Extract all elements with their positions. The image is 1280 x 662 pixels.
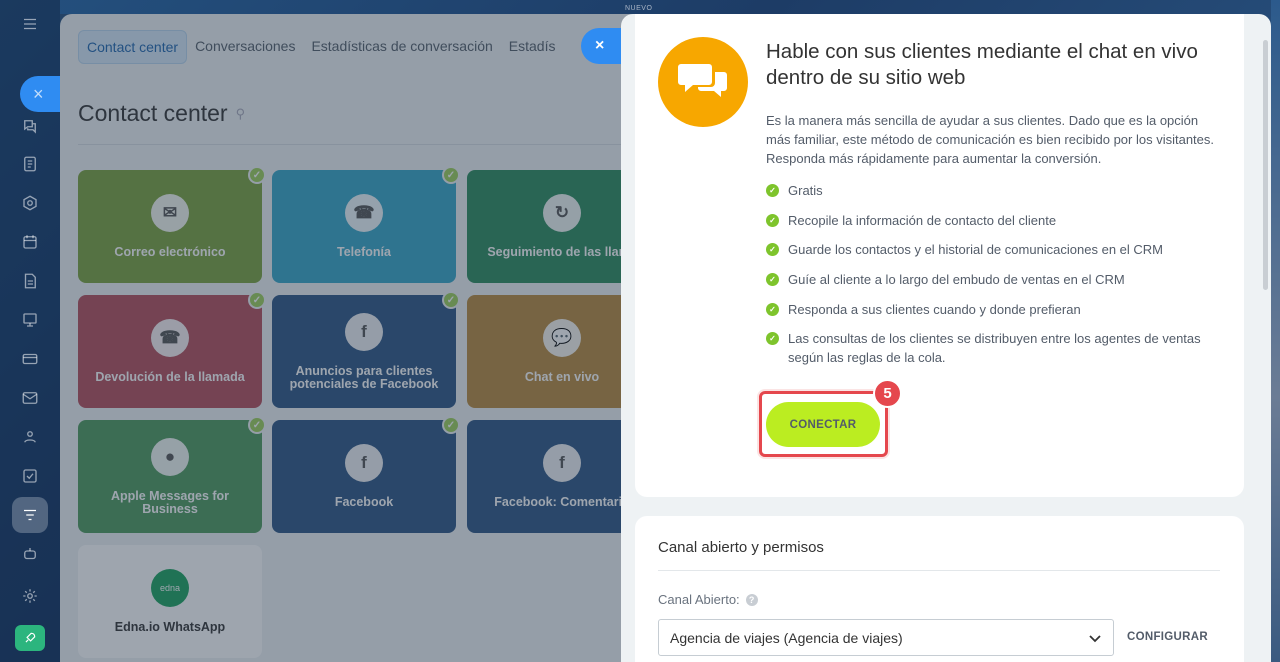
live-chat-card: Hable con sus clientes mediante el chat …	[635, 14, 1244, 497]
card-icon[interactable]	[18, 347, 42, 371]
tile-label: Anuncios para clientes potenciales de Fa…	[289, 363, 439, 391]
section-title: Canal abierto y permisos	[658, 539, 824, 556]
tile-seguimiento-llamadas[interactable]: ↻ Seguimiento de las llama	[467, 170, 640, 283]
feature-item: ✓ Guíe al cliente a lo largo del embudo d…	[766, 270, 1226, 289]
check-icon: ✓	[766, 213, 779, 227]
board-icon[interactable]	[18, 308, 42, 332]
chat-icon[interactable]	[18, 114, 42, 138]
phone-icon: ☎	[345, 194, 383, 232]
tile-edna-whatsapp[interactable]: edna Edna.io WhatsApp	[78, 545, 262, 658]
tile-label: Edna.io WhatsApp	[114, 620, 226, 634]
chat-icon: 💬	[543, 319, 581, 357]
check-icon: ✓	[248, 416, 266, 434]
tile-devolucion-llamada[interactable]: ☎ Devolución de la llamada ✓	[78, 291, 266, 408]
tile-label: Seguimiento de las llama	[487, 245, 637, 259]
feature-item: ✓ Responda a sus clientes cuando y donde …	[766, 300, 1226, 319]
tile-chat-en-vivo[interactable]: 💬 Chat en vivo	[467, 295, 640, 408]
divider	[658, 570, 1220, 571]
feature-list: ✓ Gratis ✓ Recopile la información de cont…	[766, 181, 1226, 378]
feature-item: ✓ Recopile la información de contacto del…	[766, 211, 1226, 230]
tile-label: Apple Messages for Business	[110, 488, 230, 516]
filter-icon[interactable]	[18, 503, 42, 527]
feature-item: ✓ Las consultas de los clientes se distri…	[766, 329, 1226, 367]
tile-label: Telefonía	[337, 245, 391, 259]
open-channel-select[interactable]: Agencia de viajes (Agencia de viajes)	[658, 619, 1114, 656]
tile-facebook[interactable]: f Facebook ✓	[272, 416, 460, 533]
tile-label: Correo electrónico	[114, 245, 226, 259]
sidebar-close-icon[interactable]: ×	[20, 76, 64, 112]
check-icon: ✓	[442, 291, 460, 309]
step-badge: 5	[873, 379, 902, 408]
check-icon: ✓	[766, 302, 779, 316]
tile-telefonia[interactable]: ☎ Telefonía ✓	[272, 166, 460, 283]
mail-icon[interactable]	[18, 386, 42, 410]
menu-icon[interactable]	[18, 12, 42, 36]
phone-callback-icon: ☎	[151, 319, 189, 357]
tile-apple-messages[interactable]: ● Apple Messages for Business ✓	[78, 416, 266, 533]
settings-gear-icon[interactable]	[18, 584, 42, 608]
tab-conversaciones[interactable]: Conversaciones	[187, 30, 303, 64]
connect-button[interactable]: CONECTAR	[766, 402, 880, 447]
tile-label: Chat en vivo	[524, 370, 600, 384]
robot-icon[interactable]	[18, 542, 42, 566]
field-label: Canal Abierto:	[658, 592, 740, 607]
pin-icon[interactable]: ⚲	[236, 106, 246, 122]
contact-center-tabs: Contact center Conversaciones Estadístic…	[78, 30, 563, 64]
channel-permissions-card: Canal abierto y permisos Canal Abierto: …	[635, 516, 1244, 662]
speech-bubble-icon: ●	[151, 437, 189, 476]
check-icon: ✓	[442, 166, 460, 184]
users-icon[interactable]	[18, 425, 42, 449]
envelope-icon: ✉	[151, 194, 189, 232]
file-icon[interactable]	[18, 269, 42, 293]
check-icon: ✓	[766, 273, 779, 287]
check-icon: ✓	[248, 166, 266, 184]
rocket-icon[interactable]	[15, 625, 45, 651]
chat-bubbles-icon	[658, 37, 748, 127]
live-chat-slider: Hable con sus clientes mediante el chat …	[621, 14, 1271, 662]
check-icon: ✓	[442, 416, 460, 434]
phone-sync-icon: ↻	[543, 194, 581, 232]
live-chat-description: Es la manera más sencilla de ayudar a su…	[766, 113, 1214, 166]
nuevo-badge: NUEVO	[625, 5, 653, 12]
document-icon[interactable]	[18, 152, 42, 176]
chevron-down-icon	[1089, 630, 1101, 646]
tile-label: Devolución de la llamada	[95, 370, 245, 384]
check-icon: ✓	[766, 184, 779, 197]
help-icon[interactable]: ?	[745, 593, 758, 606]
facebook-comments-icon: f	[543, 444, 581, 482]
tile-label: Facebook: Comentario	[494, 495, 630, 509]
live-chat-title: Hable con sus clientes mediante el chat …	[766, 40, 1198, 89]
tile-anuncios-facebook[interactable]: f Anuncios para clientes potenciales de …	[272, 291, 460, 408]
tile-label: Facebook	[334, 495, 394, 509]
contact-center-panel: Contact center Conversaciones Estadístic…	[60, 14, 640, 662]
tab-contact-center[interactable]: Contact center	[78, 30, 188, 64]
divider	[78, 144, 638, 145]
check-icon: ✓	[248, 291, 266, 309]
feature-item: ✓ Guarde los contactos y el historial de …	[766, 240, 1226, 259]
selected-value: Agencia de viajes (Agencia de viajes)	[670, 629, 903, 646]
hexagon-icon[interactable]	[18, 191, 42, 215]
close-icon: ×	[595, 37, 605, 54]
tab-estadisticas-conversacion[interactable]: Estadísticas de conversación	[303, 30, 500, 64]
open-channel-label: Canal Abierto: ?	[658, 592, 758, 607]
check-icon: ✓	[766, 243, 779, 257]
check-icon: ✓	[766, 332, 779, 346]
checkbox-icon[interactable]	[18, 464, 42, 488]
tile-facebook-comentarios[interactable]: f Facebook: Comentario	[467, 420, 640, 533]
tile-correo-electronico[interactable]: ✉ Correo electrónico ✓	[78, 166, 266, 283]
background-edge	[1271, 0, 1280, 662]
facebook-leads-icon: f	[345, 312, 383, 351]
configure-button[interactable]: CONFIGURAR	[1127, 631, 1208, 643]
facebook-icon: f	[345, 444, 383, 482]
edna-logo-icon: edna	[151, 569, 189, 607]
calendar-icon[interactable]	[18, 230, 42, 254]
tab-estadisticas[interactable]: Estadís	[501, 30, 564, 64]
scrollbar[interactable]	[1263, 40, 1268, 290]
page-title-text: Contact center	[78, 100, 228, 126]
feature-item: ✓ Gratis	[766, 181, 1226, 200]
page-title: Contact center ⚲	[78, 100, 245, 127]
